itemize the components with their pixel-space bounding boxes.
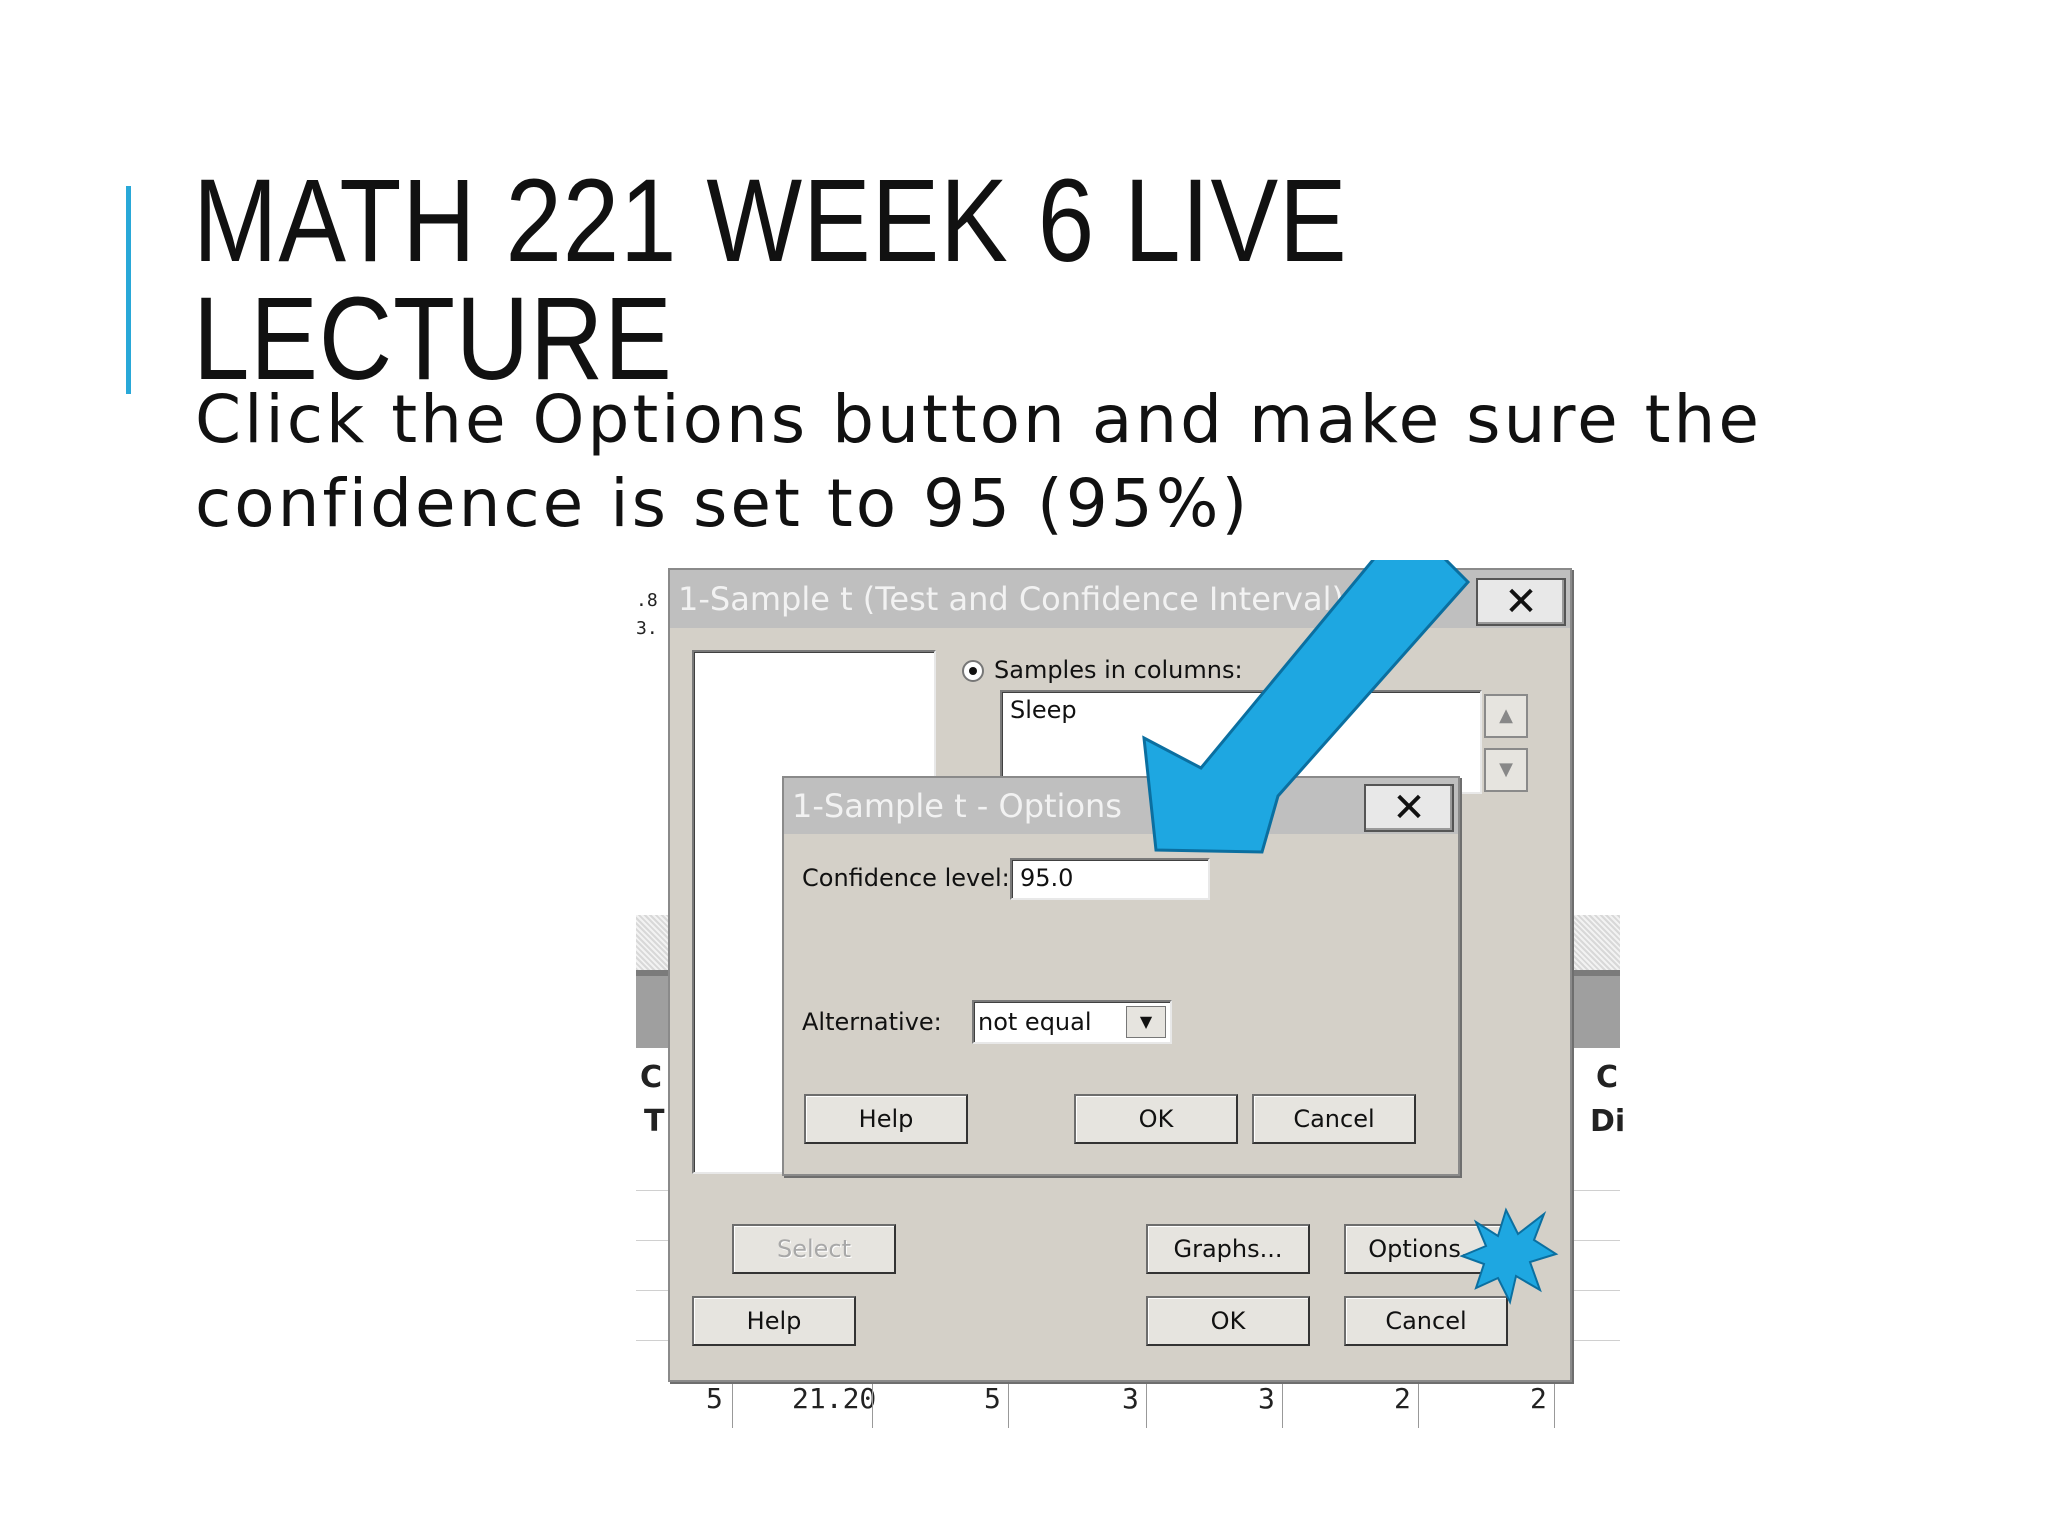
title-accent-bar bbox=[126, 186, 131, 394]
annotation-overlay bbox=[1142, 560, 1559, 1305]
minitab-screenshot: .8 3. C T C Di 5 21.20 5 3 3 2 2 1-Sampl… bbox=[636, 560, 1626, 1435]
arrow-pointing-to-confidence-field-icon bbox=[1142, 560, 1471, 854]
slide-title: MATH 221 WEEK 6 LIVE LECTURE bbox=[193, 155, 1348, 405]
starburst-highlighting-options-button-icon bbox=[1459, 1207, 1559, 1305]
slide-instruction: Click the Options button and make sure t… bbox=[195, 381, 1762, 542]
